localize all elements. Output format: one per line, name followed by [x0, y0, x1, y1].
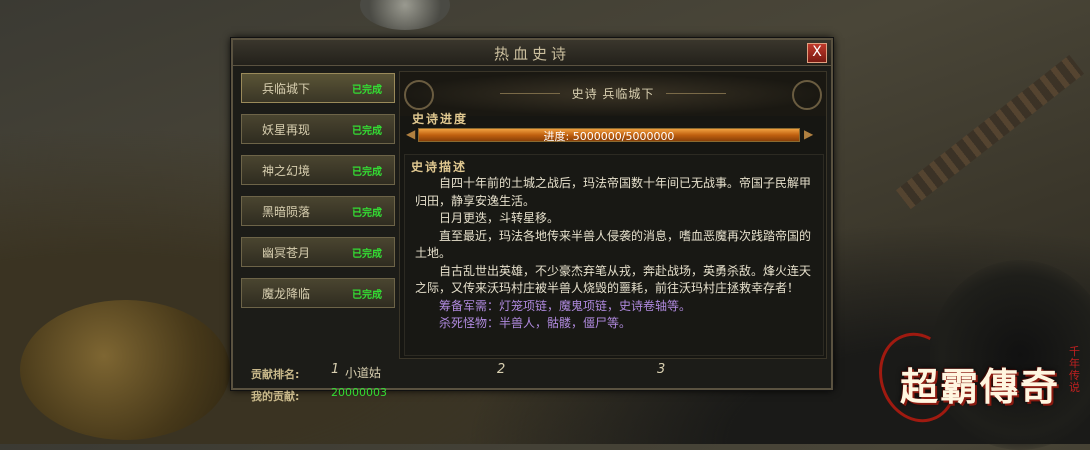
bg-rail-track — [895, 54, 1085, 210]
description-text: 自四十年前的土城之战后，玛法帝国数十年间已无战事。帝国子民解甲归田，静享安逸生活… — [415, 175, 815, 333]
epic-item-label: 黑暗陨落 — [262, 205, 311, 219]
progress-left-arrow-icon: ◀ — [406, 127, 416, 141]
logo-title: 超霸傳奇 — [900, 364, 1061, 409]
desc-requirement: 筹备军需：灯笼项链，魔鬼项链，史诗卷轴等。 — [439, 298, 692, 313]
title-bar[interactable]: 热血史诗 X — [233, 40, 831, 66]
epic-item-2[interactable]: 妖星再现 已完成 — [241, 114, 395, 144]
logo-subtitle: 千年传说 — [1069, 345, 1080, 394]
ranking-footer: 贡献排名: 1 小道姑 2 3 我的贡献: 20000003 — [233, 362, 831, 403]
epic-list: 兵临城下 已完成 妖星再现 已完成 神之幻境 已完成 黑暗陨落 已完成 幽冥苍月… — [241, 73, 397, 355]
desc-requirement: 杀死怪物：半兽人，骷髅，僵尸等。 — [439, 316, 632, 330]
description-box: 史诗描述 自四十年前的土城之战后，玛法帝国数十年间已无战事。帝国子民解甲归田，静… — [404, 154, 824, 356]
desc-paragraph: 直至最近，玛法各地传来半兽人侵袭的消息，嗜血恶魔再次践踏帝国的土地。 — [415, 228, 812, 261]
epic-item-label: 兵临城下 — [262, 82, 311, 96]
description-label: 史诗描述 — [411, 160, 468, 174]
epic-item-status: 已完成 — [352, 208, 382, 219]
epic-item-5[interactable]: 幽冥苍月 已完成 — [241, 237, 395, 267]
epic-item-6[interactable]: 魔龙降临 已完成 — [241, 278, 395, 308]
desc-paragraph: 日月更迭，斗转星移。 — [439, 211, 560, 225]
epic-item-label: 神之幻境 — [262, 164, 311, 178]
bg-rock-pile — [20, 300, 230, 440]
epic-detail: 史诗 兵临城下 史诗进度 ◀ 进度: 5000000/5000000 ▶ 史诗描… — [399, 71, 827, 359]
epic-item-status: 已完成 — [352, 249, 382, 260]
epic-item-status: 已完成 — [352, 126, 382, 137]
progress-label: 史诗进度 — [412, 112, 469, 126]
epic-item-4[interactable]: 黑暗陨落 已完成 — [241, 196, 395, 226]
rank-1-name: 小道姑 — [345, 366, 382, 380]
epic-item-status: 已完成 — [352, 167, 382, 178]
desc-paragraph: 自古乱世出英雄，不少豪杰弃笔从戎，奔赴战场，英勇杀敌。烽火连天之际，又传来沃玛村… — [415, 263, 812, 296]
bg-rock-top — [360, 0, 450, 30]
epic-panel: 热血史诗 X 兵临城下 已完成 妖星再现 已完成 神之幻境 已完成 黑暗陨落 已… — [231, 38, 833, 403]
contribution-value: 20000003 — [331, 386, 387, 399]
rank-3-number: 3 — [657, 362, 666, 377]
epic-progress-bar: 进度: 5000000/5000000 — [418, 128, 800, 143]
progress-right-arrow-icon: ▶ — [804, 127, 814, 141]
epic-item-label: 魔龙降临 — [262, 287, 311, 301]
progress-text: 进度: 5000000/5000000 — [543, 130, 675, 143]
epic-item-label: 幽冥苍月 — [262, 246, 311, 260]
contribution-label: 我的贡献: — [251, 390, 300, 403]
epic-item-status: 已完成 — [352, 290, 382, 301]
epic-item-status: 已完成 — [352, 85, 382, 96]
desc-paragraph: 自四十年前的土城之战后，玛法帝国数十年间已无战事。帝国子民解甲归田，静享安逸生活… — [415, 176, 812, 208]
rank-label: 贡献排名: — [251, 368, 300, 381]
epic-item-3[interactable]: 神之幻境 已完成 — [241, 155, 395, 185]
close-button[interactable]: X — [807, 43, 827, 63]
epic-item-label: 妖星再现 — [262, 123, 311, 137]
epic-banner-title: 史诗 兵临城下 — [571, 87, 655, 101]
rank-1-number: 1 — [331, 362, 340, 377]
game-logo: 超霸傳奇 千年传说 — [866, 321, 1085, 434]
window-title: 热血史诗 — [493, 45, 570, 63]
rank-2-number: 2 — [497, 362, 506, 377]
epic-item-1[interactable]: 兵临城下 已完成 — [241, 73, 395, 103]
